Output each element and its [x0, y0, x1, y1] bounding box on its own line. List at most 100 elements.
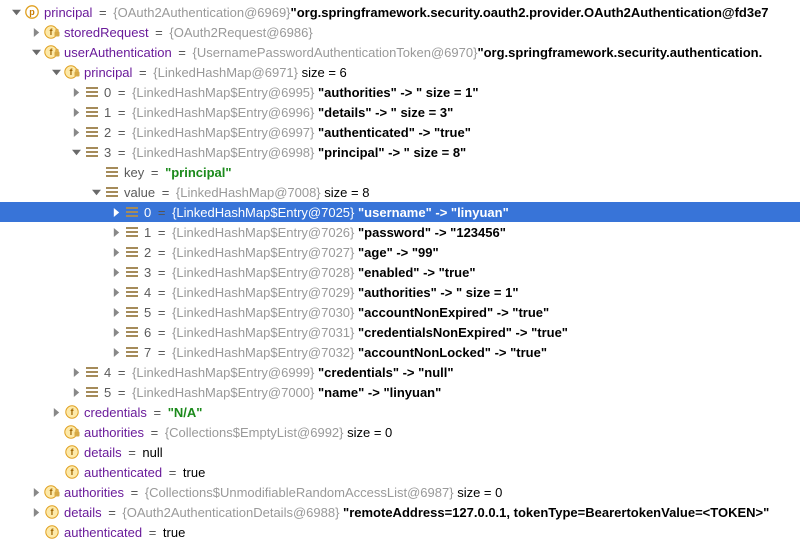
collapse-icon[interactable]: [30, 26, 42, 38]
field-name: value: [124, 185, 155, 200]
equals-sign: =: [111, 365, 132, 380]
expand-icon[interactable]: [90, 186, 102, 198]
field-name: userAuthentication: [64, 45, 172, 60]
tree-row[interactable]: 2 = {LinkedHashMap$Entry@6997} "authenti…: [0, 122, 800, 142]
collapse-icon[interactable]: [30, 486, 42, 498]
expand-icon[interactable]: [10, 6, 22, 18]
collapse-icon[interactable]: [110, 246, 122, 258]
field-name: authenticated: [84, 465, 162, 480]
value-text: "accountNonExpired" -> "true": [358, 305, 549, 320]
collapse-icon[interactable]: [70, 126, 82, 138]
tree-row[interactable]: fauthorities = {Collections$Unmodifiable…: [0, 482, 800, 502]
variables-tree[interactable]: pprincipal = {OAuth2Authentication@6969}…: [0, 0, 800, 546]
value-text: "accountNonLocked" -> "true": [358, 345, 547, 360]
tree-row[interactable]: fstoredRequest = {OAuth2Request@6986}: [0, 22, 800, 42]
field-name: details: [84, 445, 122, 460]
tree-row[interactable]: key = "principal": [0, 162, 800, 182]
object-ref: {LinkedHashMap$Entry@7028}: [172, 265, 354, 280]
equals-sign: =: [144, 165, 165, 180]
field-name: credentials: [84, 405, 147, 420]
value-text: "authorities" -> " size = 1": [358, 285, 518, 300]
value-text: size = 6: [302, 65, 347, 80]
object-ref: {LinkedHashMap$Entry@7000}: [132, 385, 314, 400]
tree-row[interactable]: 0 = {LinkedHashMap$Entry@7025} "username…: [0, 202, 800, 222]
list-icon: [84, 144, 100, 160]
row-label: details = null: [84, 445, 163, 460]
tree-row[interactable]: fprincipal = {LinkedHashMap@6971} size =…: [0, 62, 800, 82]
value-text: "authorities" -> " size = 1": [318, 85, 478, 100]
row-label: authenticated = true: [64, 525, 185, 540]
collapse-icon[interactable]: [110, 346, 122, 358]
tree-row[interactable]: fauthorities = {Collections$EmptyList@69…: [0, 422, 800, 442]
tree-row[interactable]: 3 = {LinkedHashMap$Entry@7028} "enabled"…: [0, 262, 800, 282]
tree-row[interactable]: 5 = {LinkedHashMap$Entry@7030} "accountN…: [0, 302, 800, 322]
row-label: userAuthentication = {UsernamePasswordAu…: [64, 45, 762, 60]
collapse-icon[interactable]: [70, 386, 82, 398]
tree-row[interactable]: 7 = {LinkedHashMap$Entry@7032} "accountN…: [0, 342, 800, 362]
tree-row[interactable]: 1 = {LinkedHashMap$Entry@7026} "password…: [0, 222, 800, 242]
row-label: 0 = {LinkedHashMap$Entry@7025} "username…: [144, 205, 509, 220]
object-ref: {LinkedHashMap$Entry@7031}: [172, 325, 354, 340]
tree-row[interactable]: 1 = {LinkedHashMap$Entry@6996} "details"…: [0, 102, 800, 122]
tree-row[interactable]: 0 = {LinkedHashMap$Entry@6995} "authorit…: [0, 82, 800, 102]
object-ref: {OAuth2Request@6986}: [169, 25, 312, 40]
value-text: "username" -> "linyuan": [358, 205, 509, 220]
tree-row[interactable]: 6 = {LinkedHashMap$Entry@7031} "credenti…: [0, 322, 800, 342]
collapse-icon[interactable]: [110, 266, 122, 278]
collapse-icon[interactable]: [50, 406, 62, 418]
equals-sign: =: [122, 445, 143, 460]
field-name: storedRequest: [64, 25, 149, 40]
row-label: 3 = {LinkedHashMap$Entry@7028} "enabled"…: [144, 265, 476, 280]
value-text: "age" -> "99": [358, 245, 439, 260]
tree-row[interactable]: f userAuthentication = {UsernamePasswordA…: [0, 42, 800, 62]
tree-row[interactable]: 4 = {LinkedHashMap$Entry@7029} "authorit…: [0, 282, 800, 302]
equals-sign: =: [111, 85, 132, 100]
row-label: principal = {OAuth2Authentication@6969}"…: [44, 5, 769, 20]
value-text: size = 0: [457, 485, 502, 500]
tree-row[interactable]: fdetails = {OAuth2AuthenticationDetails@…: [0, 502, 800, 522]
list-icon: [124, 204, 140, 220]
tree-row[interactable]: 3 = {LinkedHashMap$Entry@6998} "principa…: [0, 142, 800, 162]
collapse-icon[interactable]: [110, 226, 122, 238]
collapse-icon[interactable]: [70, 366, 82, 378]
equals-sign: =: [162, 465, 183, 480]
collapse-icon[interactable]: [70, 86, 82, 98]
tree-row[interactable]: fauthenticated = true: [0, 462, 800, 482]
object-ref: {UsernamePasswordAuthenticationToken@697…: [193, 45, 478, 60]
tree-row[interactable]: value = {LinkedHashMap@7008} size = 8: [0, 182, 800, 202]
collapse-icon[interactable]: [70, 106, 82, 118]
expand-icon[interactable]: [50, 66, 62, 78]
row-label: 4 = {LinkedHashMap$Entry@6999} "credenti…: [104, 365, 454, 380]
string-literal: "principal": [165, 165, 232, 180]
tree-row[interactable]: fauthenticated = true: [0, 522, 800, 542]
collapse-icon[interactable]: [110, 206, 122, 218]
object-ref: {LinkedHashMap$Entry@6997}: [132, 125, 314, 140]
tree-row[interactable]: fcredentials = "N/A": [0, 402, 800, 422]
collapse-icon[interactable]: [110, 326, 122, 338]
tree-row[interactable]: pprincipal = {OAuth2Authentication@6969}…: [0, 2, 800, 22]
collapse-icon[interactable]: [30, 506, 42, 518]
tree-row[interactable]: fdetails = null: [0, 442, 800, 462]
row-label: value = {LinkedHashMap@7008} size = 8: [124, 185, 369, 200]
collapse-icon[interactable]: [110, 286, 122, 298]
object-ref: {LinkedHashMap$Entry@6996}: [132, 105, 314, 120]
tree-row[interactable]: 2 = {LinkedHashMap$Entry@7027} "age" -> …: [0, 242, 800, 262]
list-icon: [124, 224, 140, 240]
tree-row[interactable]: 5 = {LinkedHashMap$Entry@7000} "name" ->…: [0, 382, 800, 402]
tree-row[interactable]: 4 = {LinkedHashMap$Entry@6999} "credenti…: [0, 362, 800, 382]
f-lock-icon: f: [44, 44, 60, 60]
row-label: details = {OAuth2AuthenticationDetails@6…: [64, 505, 769, 520]
expand-icon[interactable]: [70, 146, 82, 158]
equals-sign: =: [92, 5, 113, 20]
object-ref: {LinkedHashMap@6971}: [153, 65, 298, 80]
value-text: "credentialsNonExpired" -> "true": [358, 325, 568, 340]
collapse-icon[interactable]: [110, 306, 122, 318]
equals-sign: =: [151, 265, 172, 280]
row-label: 5 = {LinkedHashMap$Entry@7030} "accountN…: [144, 305, 549, 320]
f-lock-tag-icon: f: [64, 424, 80, 440]
equals-sign: =: [151, 345, 172, 360]
expand-icon[interactable]: [30, 46, 42, 58]
equals-sign: =: [124, 485, 145, 500]
row-label: authorities = {Collections$UnmodifiableR…: [64, 485, 502, 500]
equals-sign: =: [151, 225, 172, 240]
